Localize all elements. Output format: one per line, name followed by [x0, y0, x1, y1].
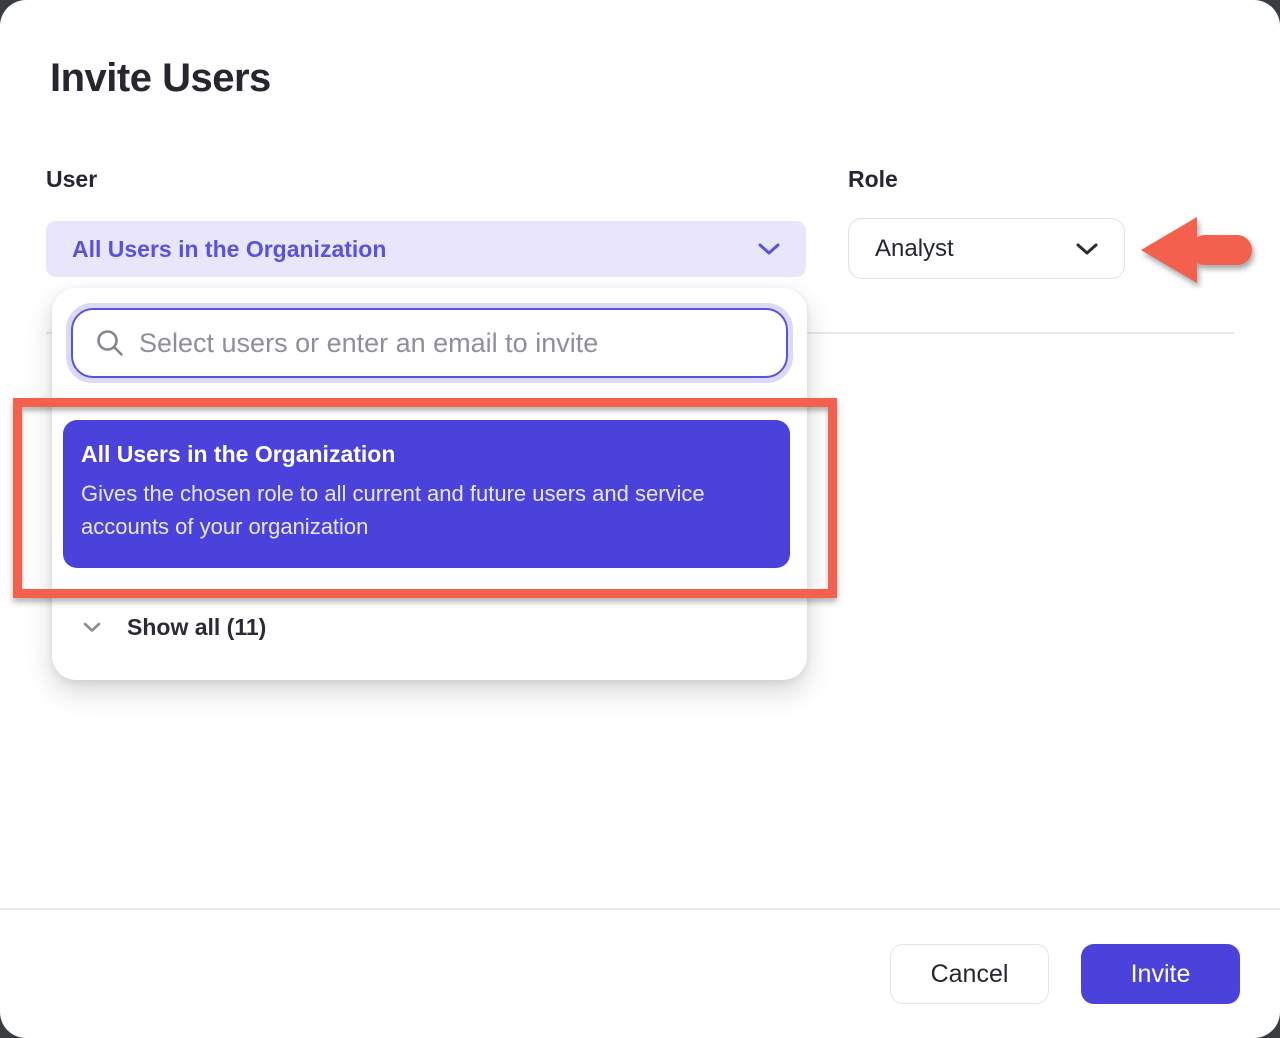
page-title: Invite Users: [50, 56, 271, 101]
role-field-label: Role: [848, 166, 898, 193]
cancel-button[interactable]: Cancel: [890, 944, 1049, 1004]
invite-button[interactable]: Invite: [1081, 944, 1240, 1004]
show-all-toggle[interactable]: Show all (11): [63, 604, 790, 650]
red-arrow-icon: [1140, 216, 1252, 284]
search-box: [71, 308, 788, 378]
search-field-wrapper: [66, 303, 793, 383]
user-field-label: User: [46, 166, 97, 193]
invite-users-dialog: Invite Users User Role All Users in the …: [0, 0, 1280, 1038]
show-all-label: Show all (11): [127, 614, 266, 641]
footer-divider: [0, 908, 1280, 910]
user-select-dropdown-panel: All Users in the Organization Gives the …: [52, 288, 807, 680]
role-select[interactable]: Analyst: [848, 218, 1125, 279]
option-title: All Users in the Organization: [81, 441, 772, 468]
chevron-down-icon: [1076, 242, 1098, 256]
chevron-down-icon: [83, 621, 101, 633]
user-select[interactable]: All Users in the Organization: [46, 221, 806, 277]
option-all-users-in-organization[interactable]: All Users in the Organization Gives the …: [63, 420, 790, 568]
search-icon: [95, 328, 125, 358]
option-description: Gives the chosen role to all current and…: [81, 477, 761, 543]
role-select-value: Analyst: [875, 235, 1076, 263]
user-select-value: All Users in the Organization: [72, 236, 758, 263]
chevron-down-icon: [758, 242, 780, 256]
search-input[interactable]: [139, 328, 764, 359]
